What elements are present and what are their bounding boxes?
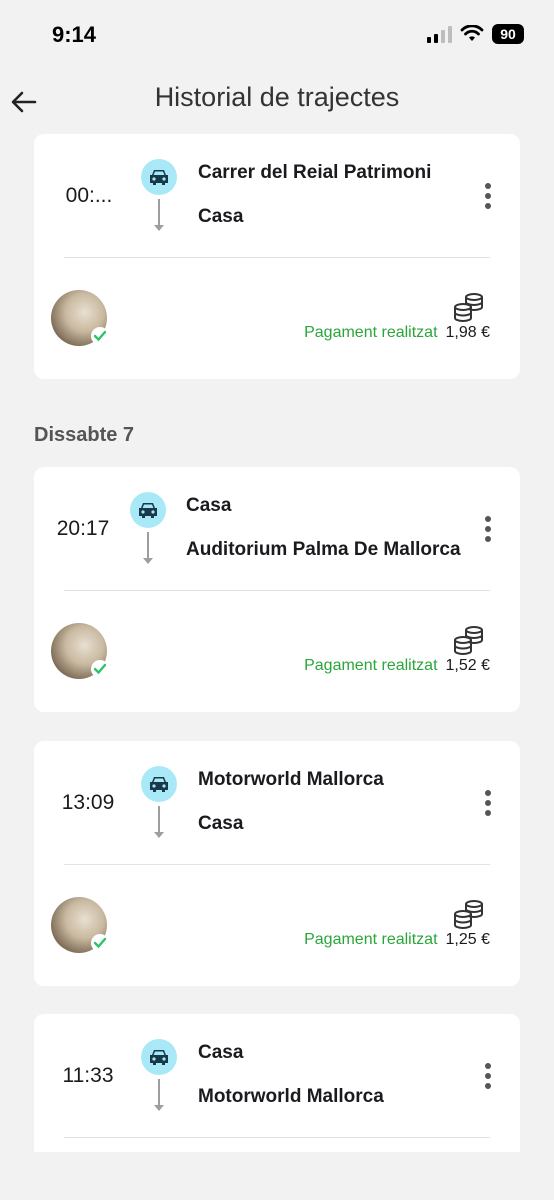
route-arrow — [143, 532, 153, 564]
coins-icon — [454, 293, 483, 322]
trip-origin: Casa — [186, 495, 232, 516]
payment-amount: 1,98 € — [445, 324, 490, 341]
route-arrow — [154, 199, 164, 231]
trip-time: 20:17 — [56, 517, 110, 540]
trip-origin: Casa — [198, 1042, 244, 1063]
coins-icon — [454, 626, 483, 655]
check-icon — [93, 663, 107, 675]
trip-destination: Auditorium Palma De Mallorca — [186, 539, 461, 560]
trip-options-button[interactable] — [474, 1058, 502, 1094]
trip-card[interactable]: 20:17 Casa Auditorium Palma De Mallorca … — [34, 467, 520, 712]
car-badge — [130, 492, 166, 528]
trip-options-button[interactable] — [474, 178, 502, 214]
check-icon — [93, 330, 107, 342]
trip-time: 13:09 — [61, 791, 115, 814]
trip-destination: Motorworld Mallorca — [198, 1086, 384, 1107]
trip-card[interactable]: 13:09 Motorworld Mallorca Casa Pagament … — [34, 741, 520, 986]
car-badge — [141, 1039, 177, 1075]
verified-badge — [91, 934, 109, 952]
trip-time: 00:... — [65, 184, 113, 207]
car-badge — [141, 159, 177, 195]
app-header: Historial de trajectes — [0, 70, 554, 130]
trip-card[interactable]: 00:... Carrer del Reial Patrimoni Casa P… — [34, 134, 520, 379]
trip-origin: Carrer del Reial Patrimoni — [198, 162, 432, 183]
status-icons: 90 — [427, 24, 524, 44]
route-arrow — [154, 806, 164, 838]
trip-history-list[interactable]: 00:... Carrer del Reial Patrimoni Casa P… — [0, 134, 554, 1152]
trip-time: 11:33 — [62, 1064, 114, 1087]
trip-options-button[interactable] — [474, 785, 502, 821]
verified-badge — [91, 327, 109, 345]
payment-status: Pagament realitzat — [304, 657, 438, 674]
trip-card[interactable]: 11:33 Casa Motorworld Mallorca — [34, 1014, 520, 1152]
card-divider — [64, 864, 490, 865]
payment-row: Pagament realitzat 1,98 € — [304, 324, 490, 342]
route-arrow — [154, 1079, 164, 1111]
status-time: 9:14 — [52, 22, 97, 47]
trip-destination: Casa — [198, 813, 244, 834]
trip-origin: Motorworld Mallorca — [198, 769, 384, 790]
verified-badge — [91, 660, 109, 678]
payment-status: Pagament realitzat — [304, 931, 438, 948]
car-icon — [150, 170, 168, 185]
car-icon — [139, 503, 157, 518]
card-divider — [64, 590, 490, 591]
payment-row: Pagament realitzat 1,52 € — [304, 657, 490, 675]
car-badge — [141, 766, 177, 802]
car-icon — [150, 777, 168, 792]
check-icon — [93, 937, 107, 949]
payment-amount: 1,25 € — [445, 931, 490, 948]
day-header: Dissabte 7 — [34, 424, 135, 446]
payment-row: Pagament realitzat 1,25 € — [304, 931, 490, 949]
wifi-icon — [460, 25, 484, 41]
trip-options-button[interactable] — [474, 511, 502, 547]
page-title: Historial de trajectes — [154, 82, 400, 112]
coins-icon — [454, 900, 483, 929]
card-divider — [64, 257, 490, 258]
car-icon — [150, 1050, 168, 1065]
payment-status: Pagament realitzat — [304, 324, 438, 341]
signal-icon — [427, 25, 452, 43]
trip-destination: Casa — [198, 206, 244, 227]
status-bar: 9:14 90 — [0, 0, 554, 70]
payment-amount: 1,52 € — [445, 657, 490, 674]
battery-indicator: 90 — [492, 24, 524, 44]
card-divider — [64, 1137, 490, 1138]
